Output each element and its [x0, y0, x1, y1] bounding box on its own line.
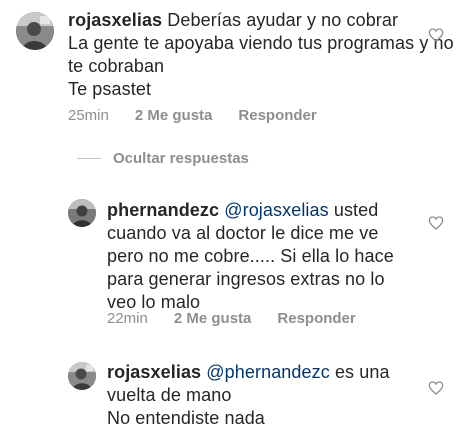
- avatar[interactable]: [16, 12, 54, 50]
- like-button[interactable]: [428, 27, 444, 43]
- comment-body: rojasxelias Deberías ayudar y no cobrar …: [68, 9, 458, 101]
- heart-outline-icon: [428, 381, 444, 395]
- reply-button[interactable]: Responder: [238, 107, 316, 124]
- reply-button[interactable]: Responder: [277, 310, 355, 327]
- likes-count[interactable]: 2 Me gusta: [135, 107, 213, 124]
- user-avatar-icon: [68, 199, 96, 227]
- mention-link[interactable]: @rojasxelias: [224, 200, 329, 220]
- avatar[interactable]: [68, 199, 96, 227]
- likes-count[interactable]: 2 Me gusta: [174, 310, 252, 327]
- comment-username[interactable]: phernandezc: [107, 200, 219, 220]
- user-avatar-icon: [16, 12, 54, 50]
- mention-link[interactable]: @phernandezc: [206, 362, 330, 382]
- comment-body: phernandezc @rojasxelias usted cuando va…: [107, 199, 407, 314]
- like-button[interactable]: [428, 215, 444, 231]
- comment-time[interactable]: 22min: [107, 310, 148, 327]
- divider-line: [77, 158, 101, 159]
- comment-meta: 22min 2 Me gusta Responder: [107, 310, 356, 327]
- like-button[interactable]: [428, 380, 444, 396]
- avatar[interactable]: [68, 362, 96, 390]
- heart-outline-icon: [428, 216, 444, 230]
- comment-meta: 25min 2 Me gusta Responder: [68, 107, 317, 124]
- comment-username[interactable]: rojasxelias: [68, 10, 162, 30]
- heart-outline-icon: [428, 28, 444, 42]
- comment-username[interactable]: rojasxelias: [107, 362, 201, 382]
- comment-body: rojasxelias @phernandezc es una vuelta d…: [107, 361, 407, 430]
- hide-replies-button[interactable]: Ocultar respuestas: [77, 150, 249, 167]
- hide-replies-label: Ocultar respuestas: [113, 150, 249, 167]
- comment-time[interactable]: 25min: [68, 107, 109, 124]
- user-avatar-icon: [68, 362, 96, 390]
